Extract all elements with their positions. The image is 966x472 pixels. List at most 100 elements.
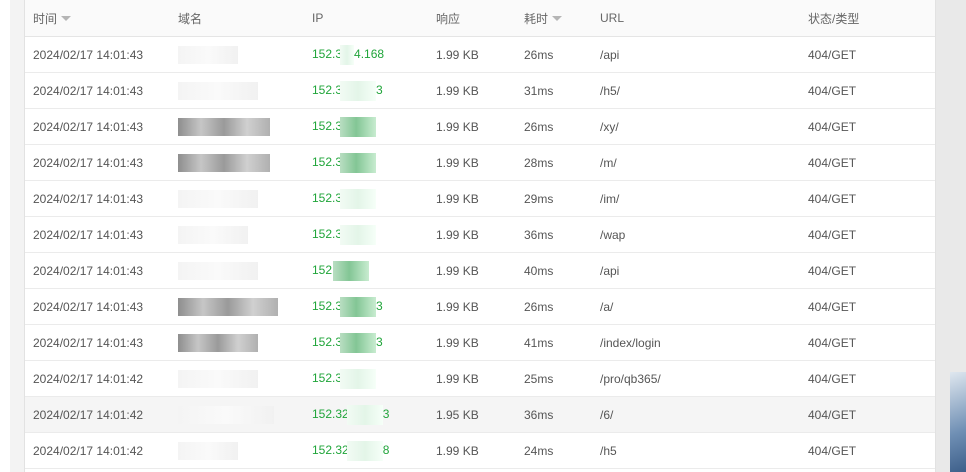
sort-caret-icon[interactable]: [61, 15, 72, 21]
header-ip-label: IP: [312, 11, 324, 25]
header-url: URL: [592, 0, 800, 37]
ip-text: 152.3: [312, 334, 343, 349]
ip-text: 152.3: [312, 370, 343, 385]
ip-text: 152.3: [312, 226, 343, 241]
redacted-domain: [178, 441, 238, 460]
cell-cost: 26ms: [516, 108, 592, 145]
cell-url: /h5/: [592, 72, 800, 109]
cell-ip: 152.3: [304, 144, 428, 181]
redacted-domain: [178, 81, 258, 100]
header-domain-label: 域名: [178, 11, 203, 26]
ip-text: 152.: [312, 262, 336, 277]
cell-status: 404/GET: [800, 396, 935, 433]
cell-response: 1.99 KB: [428, 288, 516, 325]
log-table: 时间 域名 IP 响应 耗时 URL 状态/类型 操作 2024/02/17 1…: [25, 0, 935, 469]
ip-text: 152.3: [312, 298, 343, 313]
cell-domain: [170, 72, 304, 109]
table-row: 2024/02/17 14:01:42 152.3 1.99 KB 25ms /…: [25, 360, 935, 397]
ip-tail: 8: [382, 442, 390, 457]
redacted-ip: [340, 44, 355, 65]
cell-time: 2024/02/17 14:01:43: [25, 216, 170, 253]
redacted-domain: [178, 45, 238, 64]
cell-cost: 26ms: [516, 288, 592, 325]
header-time[interactable]: 时间: [25, 0, 170, 37]
cell-time: 2024/02/17 14:01:42: [25, 360, 170, 397]
table-row: 2024/02/17 14:01:43 152.3 1.99 KB 26ms /…: [25, 108, 935, 145]
redacted-ip: [340, 188, 377, 209]
redacted-ip: [346, 440, 383, 461]
cell-time: 2024/02/17 14:01:43: [25, 252, 170, 289]
ip-tail: 3: [376, 82, 383, 97]
cell-url: /pro/qb365/: [592, 360, 800, 397]
ip-tail: 3: [382, 406, 390, 421]
redacted-ip: [340, 116, 377, 137]
cell-url: /h5: [592, 432, 800, 469]
cell-ip: 152.32 3: [304, 396, 428, 433]
table-row: 2024/02/17 14:01:43 152.3 3 1.99 KB 31ms …: [25, 72, 935, 109]
cell-status: 404/GET: [800, 432, 935, 469]
right-panel-edge: [934, 0, 966, 472]
table-body: 2024/02/17 14:01:43 152.3 4.168 1.99 KB 2…: [25, 36, 935, 469]
sort-caret-icon[interactable]: [552, 15, 563, 21]
cell-domain: [170, 144, 304, 181]
cell-cost: 41ms: [516, 324, 592, 361]
redacted-domain: [178, 153, 270, 172]
cell-domain: [170, 252, 304, 289]
table-row: 2024/02/17 14:01:43 152.3 3 1.99 KB 41ms …: [25, 324, 935, 361]
page: 时间 域名 IP 响应 耗时 URL 状态/类型 操作 2024/02/17 1…: [0, 0, 966, 472]
cell-response: 1.99 KB: [428, 108, 516, 145]
cell-ip: 152.3 3: [304, 324, 428, 361]
cell-ip: 152.3 4.168: [304, 36, 428, 73]
cell-status: 404/GET: [800, 252, 935, 289]
cell-time: 2024/02/17 14:01:43: [25, 180, 170, 217]
ip-text: 152.3: [312, 154, 343, 169]
cell-ip: 152.3: [304, 180, 428, 217]
cell-domain: [170, 108, 304, 145]
left-panel-edge: [0, 0, 10, 472]
cell-response: 1.99 KB: [428, 72, 516, 109]
redacted-ip: [346, 404, 383, 425]
ip-tail: 3: [376, 298, 383, 313]
cell-cost: 29ms: [516, 180, 592, 217]
cell-time: 2024/02/17 14:01:43: [25, 288, 170, 325]
ip-text: 152.3: [312, 82, 343, 97]
cell-url: /xy/: [592, 108, 800, 145]
ip-text: 152.3: [312, 190, 343, 205]
cell-status: 404/GET: [800, 360, 935, 397]
cell-ip: 152.3 3: [304, 288, 428, 325]
cell-domain: [170, 360, 304, 397]
redacted-domain: [178, 369, 258, 388]
redacted-ip: [340, 332, 377, 353]
cell-url: /a/: [592, 288, 800, 325]
ip-tail: 3: [376, 334, 383, 349]
cell-ip: 152.32 8: [304, 432, 428, 469]
redacted-domain: [178, 333, 258, 352]
header-domain: 域名: [170, 0, 304, 37]
redacted-domain: [178, 297, 278, 316]
cell-time: 2024/02/17 14:01:43: [25, 36, 170, 73]
cell-response: 1.99 KB: [428, 360, 516, 397]
table-row: 2024/02/17 14:01:42 152.32 8 1.99 KB 24ms…: [25, 432, 935, 469]
cell-status: 404/GET: [800, 36, 935, 73]
header-response: 响应: [428, 0, 516, 37]
ip-text: 152.32: [312, 406, 349, 421]
cell-ip: 152.3: [304, 360, 428, 397]
redacted-domain: [178, 261, 258, 280]
cell-response: 1.99 KB: [428, 36, 516, 73]
cell-cost: 24ms: [516, 432, 592, 469]
cell-time: 2024/02/17 14:01:42: [25, 396, 170, 433]
cell-ip: 152.3: [304, 108, 428, 145]
header-url-label: URL: [600, 11, 625, 25]
redacted-ip: [340, 296, 377, 317]
cell-domain: [170, 36, 304, 73]
cell-ip: 152.3: [304, 216, 428, 253]
cell-url: /api: [592, 252, 800, 289]
header-cost[interactable]: 耗时: [516, 0, 592, 37]
cell-url: /api: [592, 36, 800, 73]
redacted-ip: [340, 152, 377, 173]
background-image-fragment: [950, 372, 966, 472]
cell-url: /wap: [592, 216, 800, 253]
ip-text: 152.32: [312, 442, 349, 457]
redacted-domain: [178, 189, 258, 208]
ip-text: 152.3: [312, 46, 343, 61]
